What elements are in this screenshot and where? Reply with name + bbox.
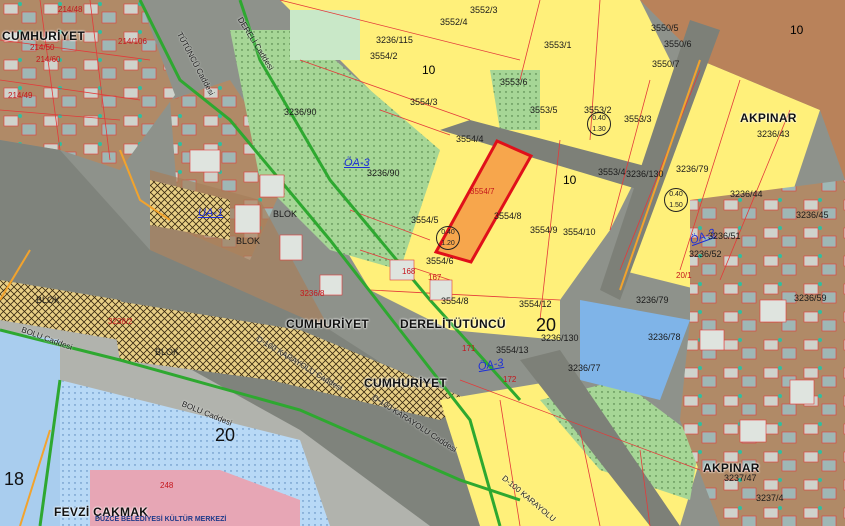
parcel-214-60[interactable]: 214/60 (36, 56, 60, 64)
parcel-3236-130-a[interactable]: 3236/130 (626, 170, 664, 179)
height-18: 18 (4, 469, 25, 489)
parcel-214-106[interactable]: 214/106 (118, 38, 147, 46)
parcel-3236-90-b[interactable]: 3236/90 (367, 169, 400, 178)
parcel-3553-3[interactable]: 3553/3 (624, 115, 652, 124)
label-blok-3[interactable]: BLOK (155, 348, 179, 357)
parcel-3554-12[interactable]: 3554/12 (519, 300, 552, 309)
parcel-3554-6[interactable]: 3554/6 (426, 257, 454, 266)
parcel-number-168[interactable]: 168 (402, 268, 415, 276)
parcel-3238-2[interactable]: 3238/2 (108, 318, 132, 326)
height-20-left: 20 (215, 425, 236, 445)
parcel-3553-2[interactable]: 3553/2 (584, 106, 612, 115)
height-10-b: 10 (563, 173, 577, 187)
map-canvas[interactable]: CUMHURİYET CUMHURİYET CUMHURİYET DERELİT… (0, 0, 845, 526)
neighborhood-cumhuriyet-mid[interactable]: CUMHURİYET (286, 318, 369, 330)
parcel-3552-4[interactable]: 3552/4 (440, 18, 468, 27)
parcel-3236-130-b[interactable]: 3236/130 (541, 334, 579, 343)
parcel-3553-4[interactable]: 3553/4 (598, 168, 626, 177)
parcel-3236-77[interactable]: 3236/77 (568, 364, 601, 373)
parcel-214-50[interactable]: 214/50 (30, 44, 54, 52)
parcel-number-167[interactable]: 167 (428, 274, 441, 282)
parcel-number-171[interactable]: 171 (462, 345, 475, 353)
parcel-3554-8[interactable]: 3554/8 (494, 212, 522, 221)
label-blok-4[interactable]: BLOK (36, 296, 60, 305)
height-10-c: 10 (790, 23, 804, 37)
parcel-3554-8-b[interactable]: 3554/8 (441, 297, 469, 306)
parcel-3554-10[interactable]: 3554/10 (563, 228, 596, 237)
parcel-3236-79-a[interactable]: 3236/79 (676, 165, 709, 174)
map-base-layer (0, 0, 845, 526)
parcel-3554-2[interactable]: 3554/2 (370, 52, 398, 61)
parcel-number-248[interactable]: 248 (160, 482, 173, 490)
zone-label-oa3[interactable]: ÖA-3 (344, 158, 370, 169)
parcel-3236-79-b[interactable]: 3236/79 (636, 296, 669, 305)
label-blok-1[interactable]: BLOK (273, 210, 297, 219)
parcel-3236-43[interactable]: 3236/43 (757, 130, 790, 139)
neighborhood-derelitutuncu[interactable]: DERELİTÜTÜNCÜ (400, 318, 506, 330)
parcel-3236-90-a[interactable]: 3236/90 (284, 108, 317, 117)
parcel-3236-59[interactable]: 3236/59 (794, 294, 827, 303)
parcel-3554-5[interactable]: 3554/5 (411, 216, 439, 225)
neighborhood-cumhuriyet-top[interactable]: CUMHURİYET (2, 30, 85, 42)
parcel-3552-3[interactable]: 3552/3 (470, 6, 498, 15)
parcel-number-172[interactable]: 172 (503, 376, 516, 384)
zone-label-ua1[interactable]: UA-1 (198, 208, 223, 219)
parcel-3554-3[interactable]: 3554/3 (410, 98, 438, 107)
parcel-3236-78[interactable]: 3236/78 (648, 333, 681, 342)
parcel-3553-1[interactable]: 3553/1 (544, 41, 572, 50)
parcel-214-49[interactable]: 214/49 (8, 92, 32, 100)
parcel-3236-52[interactable]: 3236/52 (689, 250, 722, 259)
density-circle-a: 0.40 1.20 (436, 226, 460, 250)
parcel-3236-44[interactable]: 3236/44 (730, 190, 763, 199)
parcel-3554-7[interactable]: 3554/7 (470, 188, 494, 196)
neighborhood-cumhuriyet-low[interactable]: CUMHURİYET (364, 377, 447, 389)
density-circle-b: 0.40 1.30 (587, 112, 611, 136)
parcel-3550-5[interactable]: 3550/5 (651, 24, 679, 33)
height-20-center: 20 (536, 315, 557, 335)
height-10-a: 10 (422, 63, 436, 77)
parcel-3554-13[interactable]: 3554/13 (496, 346, 529, 355)
parcel-3237-47[interactable]: 3237/47 (724, 474, 757, 483)
label-blok-2[interactable]: BLOK (236, 237, 260, 246)
label-duzce-belediyesi[interactable]: DÜZCE BELEDİYESİ KÜLTÜR MERKEZİ (95, 516, 226, 523)
parcel-3236-115[interactable]: 3236/115 (376, 36, 413, 45)
parcel-3554-9[interactable]: 3554/9 (530, 226, 558, 235)
density-circle-c: 0.40 1.50 (664, 188, 688, 212)
parcel-3550-6[interactable]: 3550/6 (664, 40, 692, 49)
parcel-3553-5[interactable]: 3553/5 (530, 106, 558, 115)
neighborhood-akpinar-top[interactable]: AKPINAR (740, 112, 797, 124)
parcel-3554-4[interactable]: 3554/4 (456, 135, 484, 144)
parcel-3236-8[interactable]: 3236/8 (300, 290, 324, 298)
parcel-3553-6[interactable]: 3553/6 (500, 78, 528, 87)
parcel-3550-7[interactable]: 3550/7 (652, 60, 680, 69)
parcel-3236-51[interactable]: 3236/51 (708, 232, 741, 241)
parcel-214-48[interactable]: 214/48 (58, 6, 82, 14)
parcel-3236-45[interactable]: 3236/45 (796, 211, 829, 220)
parcel-3237-4[interactable]: 3237/4 (756, 494, 784, 503)
parcel-number-20-1[interactable]: 20/1 (676, 272, 692, 280)
